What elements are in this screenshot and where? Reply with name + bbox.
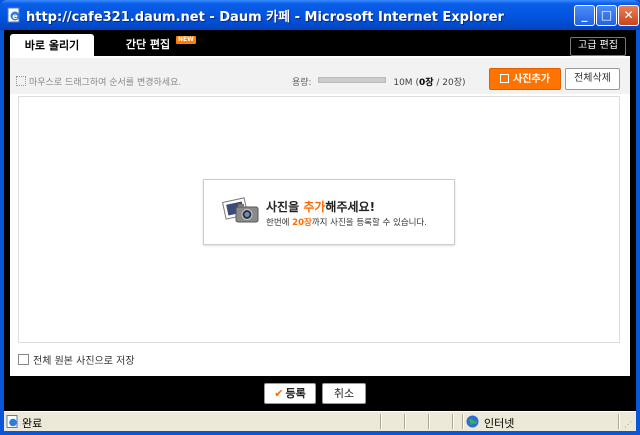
status-bar: 완료 인터넷 ⋰ xyxy=(4,411,636,432)
tab-bar: 바로 올리기 간단 편집 NEW 고급 편집 xyxy=(10,34,630,58)
upload-toolbar: 마우스로 드래그하여 순서를 변경하세요. 용량: 10M (0장 / 20장)… xyxy=(10,58,630,94)
status-divider xyxy=(462,414,464,429)
save-original-label: 전체 원본 사진으로 저장 xyxy=(33,356,135,367)
add-photo-icon xyxy=(500,74,510,83)
prompt-subtitle: 한번에 20장까지 사진을 등록할 수 있습니다. xyxy=(266,218,427,228)
footer-bar: ✔ 등록 취소 xyxy=(10,376,630,411)
save-original-checkbox[interactable] xyxy=(18,354,29,365)
browser-window: e http://cafe321.daum.net - Daum 카페 - Mi… xyxy=(0,0,640,435)
drag-icon xyxy=(16,76,26,86)
advanced-edit-button[interactable]: 고급 편집 xyxy=(570,37,626,56)
security-zone: 인터넷 xyxy=(484,417,515,430)
uploader-panel: 바로 올리기 간단 편집 NEW 고급 편집 마우스로 드래그하여 순서를 변경… xyxy=(10,34,630,376)
capacity-indicator: 용량: 10M (0장 / 20장) xyxy=(292,75,466,88)
status-divider xyxy=(428,414,430,429)
prompt-title: 사진을 추가해주세요! xyxy=(266,200,376,214)
photo-drop-area[interactable]: 사진을 추가해주세요! 한번에 20장까지 사진을 등록할 수 있습니다. xyxy=(18,96,620,343)
delete-all-button[interactable]: 전체삭제 xyxy=(565,68,620,90)
drag-hint-text: 마우스로 드래그하여 순서를 변경하세요. xyxy=(29,78,182,88)
save-original-option[interactable]: 전체 원본 사진으로 저장 xyxy=(18,352,135,367)
status-divider xyxy=(380,414,382,429)
maximize-button[interactable]: □ xyxy=(596,5,617,26)
register-button[interactable]: ✔ 등록 xyxy=(264,383,316,404)
capacity-bar xyxy=(318,77,387,83)
minimize-button[interactable]: _ xyxy=(574,5,595,26)
status-divider xyxy=(452,414,454,429)
internet-globe-icon xyxy=(466,415,479,428)
checkmark-icon: ✔ xyxy=(274,387,284,400)
window-title: http://cafe321.daum.net - Daum 카페 - Micr… xyxy=(26,10,504,25)
close-button[interactable]: ✕ xyxy=(618,5,639,26)
tab-direct-upload[interactable]: 바로 올리기 xyxy=(10,34,94,58)
status-divider xyxy=(404,414,406,429)
new-badge: NEW xyxy=(176,36,196,44)
add-photo-prompt[interactable]: 사진을 추가해주세요! 한번에 20장까지 사진을 등록할 수 있습니다. xyxy=(203,179,455,245)
status-text: 완료 xyxy=(22,417,43,430)
ie-page-icon: e xyxy=(7,7,20,23)
camera-photo-icon xyxy=(222,197,259,223)
status-divider xyxy=(618,414,620,429)
add-photo-button[interactable]: 사진추가 xyxy=(489,68,561,90)
cancel-button[interactable]: 취소 xyxy=(322,383,366,404)
page-done-icon xyxy=(6,415,18,428)
capacity-text: 10M (0장 / 20장) xyxy=(393,78,466,88)
svg-text:e: e xyxy=(12,12,18,21)
resize-grip-icon[interactable]: ⋰ xyxy=(624,420,634,430)
capacity-label: 용량: xyxy=(292,78,312,88)
window-bottom-border xyxy=(0,431,640,435)
title-bar[interactable]: e http://cafe321.daum.net - Daum 카페 - Mi… xyxy=(0,0,640,30)
drag-hint: 마우스로 드래그하여 순서를 변경하세요. xyxy=(16,75,181,88)
page-frame: 바로 올리기 간단 편집 NEW 고급 편집 마우스로 드래그하여 순서를 변경… xyxy=(4,30,636,411)
